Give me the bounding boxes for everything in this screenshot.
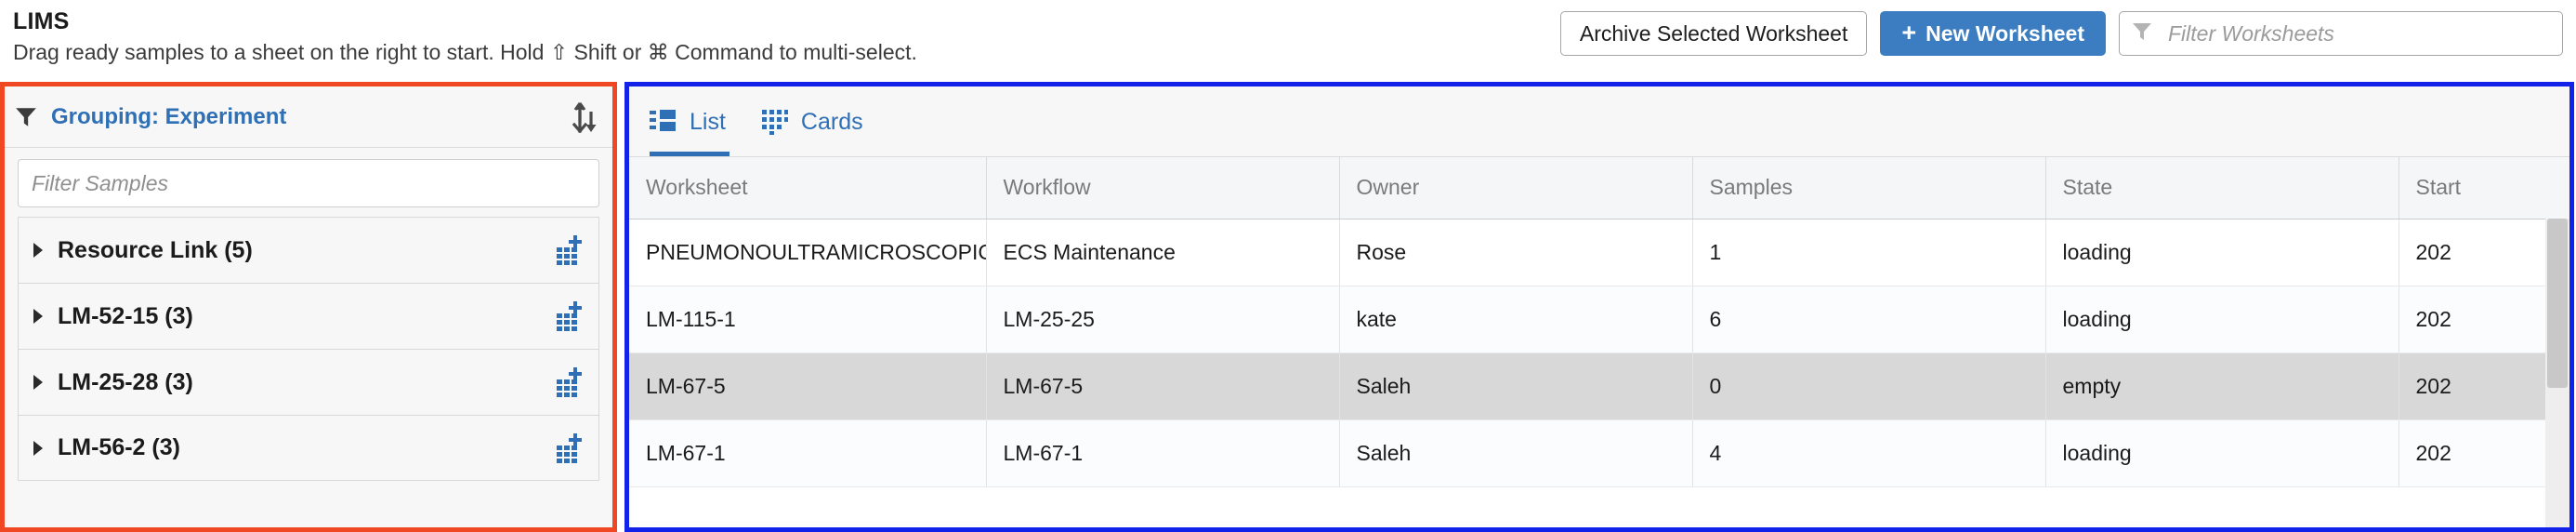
sort-updown-icon[interactable] (572, 101, 599, 133)
worksheets-table-body: PNEUMONOULTRAMICROSCOPIC ECS Maintenance R… (629, 219, 2569, 487)
tab-list-label: List (690, 108, 726, 135)
cell-start: 202 (2399, 286, 2569, 353)
table-row[interactable]: LM-67-1 LM-67-1 Saleh 4 loading 202 (629, 419, 2569, 487)
cell-samples: 0 (1692, 352, 2046, 420)
header-actions: Archive Selected Worksheet + New Workshe… (1559, 11, 2563, 56)
table-vertical-scrollbar[interactable] (2545, 219, 2569, 527)
chevron-right-icon[interactable] (33, 375, 43, 390)
cell-state: loading (2045, 286, 2399, 353)
filter-worksheets-input[interactable] (2166, 12, 2551, 55)
sample-group-item[interactable]: LM-52-15 (3) (18, 283, 599, 349)
cell-worksheet[interactable]: LM-115-1 (629, 286, 987, 353)
cell-owner: kate (1339, 286, 1693, 353)
cell-state: loading (2045, 419, 2399, 487)
cell-worksheet[interactable]: LM-67-5 (629, 352, 987, 420)
table-row[interactable]: LM-67-5 LM-67-5 Saleh 0 empty 202 (629, 352, 2569, 420)
filter-worksheets-field[interactable] (2119, 11, 2563, 56)
cell-workflow: ECS Maintenance (986, 219, 1340, 286)
sample-group-label: Resource Link (5) (58, 236, 253, 263)
archive-selected-worksheet-button[interactable]: Archive Selected Worksheet (1559, 11, 1868, 56)
app-header: LIMS Drag ready samples to a sheet on th… (0, 0, 2576, 82)
sample-group-label: LM-56-2 (3) (58, 434, 180, 460)
scrollbar-thumb[interactable] (2547, 219, 2568, 388)
body-split: Grouping: Experiment Resource Link (5) (0, 82, 2576, 532)
worksheets-table: Worksheet Workflow Owner Samples State S… (629, 157, 2569, 487)
sample-group-label: LM-52-15 (3) (58, 302, 193, 329)
chevron-right-icon[interactable] (33, 440, 43, 456)
samples-panel: Grouping: Experiment Resource Link (5) (0, 82, 617, 532)
column-header-workflow[interactable]: Workflow (986, 157, 1340, 219)
add-to-worksheet-grid-plus-icon[interactable] (556, 234, 587, 266)
worksheets-table-wrap: Worksheet Workflow Owner Samples State S… (629, 157, 2569, 527)
grouping-label: Grouping: Experiment (51, 103, 287, 129)
column-header-state[interactable]: State (2045, 157, 2399, 219)
cell-owner: Saleh (1339, 352, 1693, 420)
cell-start: 202 (2399, 419, 2569, 487)
cell-owner: Saleh (1339, 419, 1693, 487)
sample-group-item[interactable]: LM-25-28 (3) (18, 349, 599, 415)
tab-cards-label: Cards (800, 108, 863, 135)
column-header-worksheet[interactable]: Worksheet (629, 157, 987, 219)
grouping-bar: Grouping: Experiment (5, 86, 612, 148)
cell-samples: 1 (1692, 219, 2046, 286)
list-view-icon (650, 109, 677, 135)
filter-samples-field[interactable] (5, 148, 612, 217)
cell-worksheet[interactable]: LM-67-1 (629, 419, 987, 487)
sample-group-item[interactable]: Resource Link (5) (18, 217, 599, 283)
add-to-worksheet-grid-plus-icon[interactable] (556, 300, 587, 332)
cell-owner: Rose (1339, 219, 1693, 286)
cell-samples: 4 (1692, 419, 2046, 487)
archive-selected-worksheet-label: Archive Selected Worksheet (1579, 20, 1848, 46)
cell-workflow: LM-25-25 (986, 286, 1340, 353)
worksheets-panel: List Cards Worksheet Workflow Owner Samp… (624, 82, 2574, 532)
column-header-samples[interactable]: Samples (1692, 157, 2046, 219)
tab-cards[interactable]: Cards (761, 87, 867, 156)
cell-samples: 6 (1692, 286, 2046, 353)
cards-view-icon (761, 109, 789, 135)
table-row[interactable]: PNEUMONOULTRAMICROSCOPIC ECS Maintenance R… (629, 219, 2569, 286)
table-row[interactable]: LM-115-1 LM-25-25 kate 6 loading 202 (629, 286, 2569, 353)
chevron-right-icon[interactable] (33, 309, 43, 324)
column-header-start[interactable]: Start (2399, 157, 2569, 219)
filter-samples-input[interactable] (18, 159, 599, 207)
plus-icon: + (1901, 18, 1917, 47)
cell-start: 202 (2399, 352, 2569, 420)
chevron-right-icon[interactable] (33, 243, 43, 258)
filter-icon (2131, 20, 2153, 47)
add-to-worksheet-grid-plus-icon[interactable] (556, 432, 587, 464)
cell-state: loading (2045, 219, 2399, 286)
view-tabs: List Cards (629, 86, 2569, 157)
filter-icon[interactable] (14, 105, 38, 129)
add-to-worksheet-grid-plus-icon[interactable] (556, 366, 587, 398)
sample-group-list: Resource Link (5) LM-52-15 (3) LM-25-28 … (5, 217, 612, 481)
cell-worksheet[interactable]: PNEUMONOULTRAMICROSCOPIC (629, 219, 987, 286)
sample-group-item[interactable]: LM-56-2 (3) (18, 415, 599, 481)
table-header-row: Worksheet Workflow Owner Samples State S… (629, 157, 2569, 219)
sample-group-label: LM-25-28 (3) (58, 368, 193, 395)
new-worksheet-label: New Worksheet (1925, 20, 2084, 46)
cell-state: empty (2045, 352, 2399, 420)
column-header-owner[interactable]: Owner (1339, 157, 1693, 219)
new-worksheet-button[interactable]: + New Worksheet (1880, 11, 2106, 56)
cell-start: 202 (2399, 219, 2569, 286)
cell-workflow: LM-67-1 (986, 419, 1340, 487)
cell-workflow: LM-67-5 (986, 352, 1340, 420)
tab-list[interactable]: List (650, 87, 729, 156)
